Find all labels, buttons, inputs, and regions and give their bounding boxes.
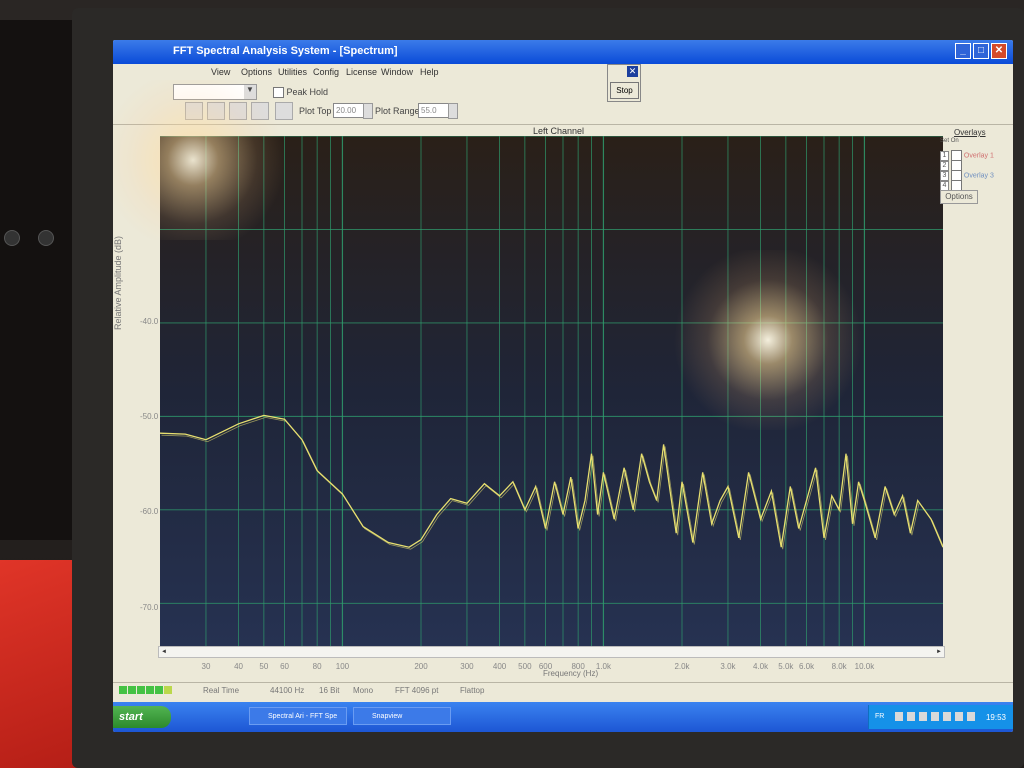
tray-icon[interactable]: [943, 712, 951, 721]
toolbar-button[interactable]: [251, 102, 269, 120]
level-meter: [119, 686, 172, 694]
status-sample-rate: 44100 Hz: [270, 686, 305, 695]
taskbar-item-spectral[interactable]: Spectral Ari - FFT Spe: [249, 707, 347, 725]
overlays-column-headers: Set On: [940, 138, 959, 144]
overlay-row-2[interactable]: 2: [940, 160, 962, 172]
x-tick-label: 40: [234, 662, 244, 671]
status-mode: Real Time: [203, 686, 240, 695]
overlay-row-4[interactable]: 4: [940, 180, 962, 192]
mode-dropdown[interactable]: ▼: [173, 84, 257, 100]
x-tick-label: 300: [460, 662, 474, 671]
menu-view[interactable]: View: [211, 67, 230, 77]
status-window-function: Flattop: [460, 686, 485, 695]
menu-window[interactable]: Window: [381, 67, 413, 77]
y-tick-label: -40.0: [140, 317, 159, 326]
scroll-right-icon[interactable]: ►: [934, 647, 944, 657]
status-channels: Mono: [353, 686, 374, 695]
close-icon[interactable]: ✕: [991, 43, 1007, 59]
x-axis-label: Frequency (Hz): [543, 669, 599, 678]
x-tick-label: 50: [259, 662, 269, 671]
window-title: FFT Spectral Analysis System - [Spectrum…: [173, 45, 398, 57]
close-icon[interactable]: ✕: [627, 66, 638, 77]
x-tick-label: 6.0k: [798, 662, 815, 671]
plot-top-spinner[interactable]: [363, 103, 373, 119]
tray-icon[interactable]: [895, 712, 903, 721]
stop-dialog: ✕ Stop: [607, 64, 641, 102]
status-bar: Real Time 44100 Hz 16 Bit Mono FFT 4096 …: [113, 682, 1013, 697]
x-tick-label: 30: [201, 662, 211, 671]
peak-hold-option[interactable]: Peak Hold: [273, 87, 329, 99]
toolbar-button[interactable]: [185, 102, 203, 120]
system-tray: FR 19:53: [868, 705, 1013, 729]
overlays-panel: Overlays Set On 1 Overlay 1 2 3 Overlay …: [938, 128, 1013, 218]
plot-range-input[interactable]: 55.0: [418, 103, 450, 118]
menu-bar: View Options Utilities Config License Wi…: [113, 64, 1013, 80]
x-tick-label: 400: [492, 662, 507, 671]
y-axis-label: Relative Amplitude (dB): [113, 235, 123, 330]
y-tick-label: -50.0: [140, 412, 159, 421]
y-tick-label: -70.0: [140, 603, 159, 612]
toolbar-button[interactable]: [207, 102, 225, 120]
start-button[interactable]: start: [113, 706, 171, 728]
chevron-down-icon: ▼: [244, 85, 256, 99]
horizontal-scrollbar[interactable]: ◄ ►: [158, 646, 945, 658]
plot-top-input[interactable]: 20.00: [333, 103, 365, 118]
tray-icon[interactable]: [919, 712, 927, 721]
overlay-options-button[interactable]: Options: [940, 190, 978, 204]
x-tick-label: 500: [518, 662, 532, 671]
window-titlebar[interactable]: FFT Spectral Analysis System - [Spectrum…: [113, 40, 1013, 64]
x-tick-label: 5.0k: [778, 662, 794, 671]
peak-hold-label: Peak Hold: [286, 87, 329, 97]
menu-utilities[interactable]: Utilities: [278, 67, 307, 77]
peak-hold-checkbox[interactable]: [273, 87, 284, 99]
x-tick-label: 80: [312, 662, 322, 671]
tray-icon[interactable]: [955, 712, 963, 721]
status-fft-size: FFT 4096 pt: [395, 686, 439, 695]
spectrum-plot: [160, 136, 943, 650]
x-tick-label: 4.0k: [753, 662, 769, 671]
channel-title: Left Channel: [533, 126, 585, 136]
toolbar-button[interactable]: [275, 102, 293, 120]
status-bits: 16 Bit: [319, 686, 340, 695]
minimize-icon[interactable]: _: [955, 43, 971, 59]
overlay-row-1[interactable]: 1 Overlay 1: [940, 150, 994, 162]
x-tick-label: 10.0k: [854, 662, 875, 671]
overlay-row-3[interactable]: 3 Overlay 3: [940, 170, 994, 182]
plot-range-spinner[interactable]: [448, 103, 458, 119]
toolbar: ▼ Peak Hold Plot Top 20.00 Plot Range 55…: [113, 80, 1013, 125]
taskbar: start Spectral Ari - FFT Spe Snapview FR…: [113, 702, 1013, 732]
y-tick-label: -60.0: [140, 507, 159, 516]
language-indicator[interactable]: FR: [875, 713, 884, 720]
plot-range-label: Plot Range: [375, 106, 420, 116]
laptop-screen: FFT Spectral Analysis System - [Spectrum…: [113, 40, 1013, 732]
x-tick-label: 200: [414, 662, 428, 671]
toolbar-button[interactable]: [229, 102, 247, 120]
scroll-left-icon[interactable]: ◄: [159, 647, 169, 657]
audio-equipment-rack: [0, 20, 80, 540]
knob-icon: [38, 230, 54, 246]
x-tick-label: 60: [280, 662, 289, 671]
maximize-icon[interactable]: □: [973, 43, 989, 59]
menu-options[interactable]: Options: [241, 67, 272, 77]
plot-top-label: Plot Top: [299, 106, 332, 116]
tray-icon[interactable]: [931, 712, 939, 721]
tray-icon[interactable]: [967, 712, 975, 721]
plot-background: [160, 136, 943, 650]
overlays-header: Overlays: [954, 128, 986, 137]
x-tick-label: 100: [335, 662, 350, 671]
clock: 19:53: [985, 713, 1006, 722]
tray-icon[interactable]: [907, 712, 915, 721]
knob-icon: [4, 230, 20, 246]
x-tick-label: 1.0k: [595, 662, 611, 671]
menu-config[interactable]: Config: [313, 67, 339, 77]
menu-license[interactable]: License: [346, 67, 377, 77]
x-tick-label: 8.0k: [831, 662, 847, 671]
x-tick-label: 2.0k: [674, 662, 690, 671]
x-tick-label: 3.0k: [720, 662, 736, 671]
menu-help[interactable]: Help: [420, 67, 439, 77]
stop-button[interactable]: Stop: [610, 82, 639, 99]
taskbar-item-snapview[interactable]: Snapview: [353, 707, 451, 725]
spectrum-chart: [160, 136, 943, 650]
